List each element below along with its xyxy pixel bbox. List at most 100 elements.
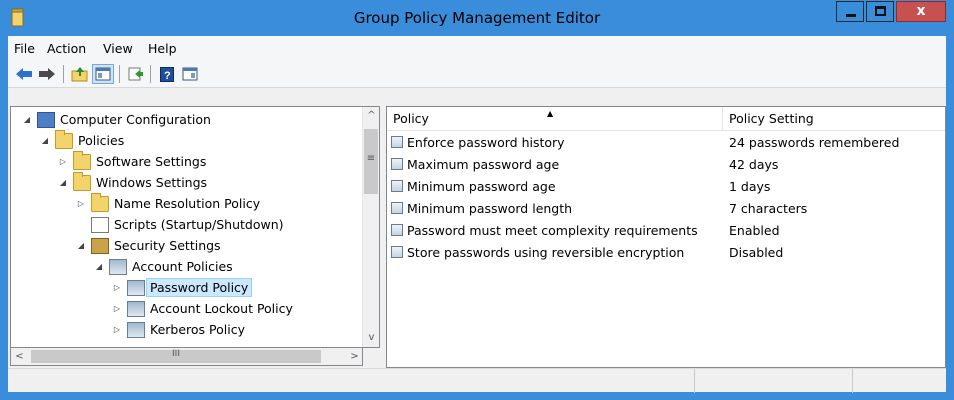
policy-setting-value: 42 days — [729, 157, 779, 172]
tree-vertical-scrollbar[interactable]: ^ ≡ v — [362, 107, 379, 347]
menu-view[interactable]: View — [103, 41, 133, 56]
column-header-policy-setting[interactable]: Policy Setting — [723, 107, 945, 131]
toolbar-separator — [119, 65, 120, 83]
client-area: File Action View Help ? ◢ Computer Confi… — [8, 36, 946, 393]
title-bar[interactable]: Group Policy Management Editor x — [0, 0, 954, 36]
export-list-button[interactable] — [125, 64, 147, 84]
expand-icon[interactable]: ▷ — [111, 303, 123, 315]
maximize-icon — [875, 6, 886, 16]
toolbar-separator — [63, 65, 64, 83]
tree-horizontal-scroll-thumb[interactable]: III — [31, 349, 321, 363]
policy-setting-icon — [391, 180, 403, 192]
forward-arrow-icon — [39, 68, 55, 80]
status-bar — [8, 368, 946, 393]
minimize-button[interactable] — [836, 1, 864, 22]
tree-item-password-policy[interactable]: ▷ Password Policy — [111, 277, 253, 298]
folder-icon — [73, 150, 91, 170]
policy-name-cell: Minimum password length — [391, 201, 572, 216]
policy-setting-value: Enabled — [729, 223, 780, 238]
column-label: Policy — [393, 111, 429, 126]
collapse-icon[interactable]: ◢ — [75, 240, 87, 252]
tree-item-label: Kerberos Policy — [150, 322, 245, 337]
tree-item-name-resolution-policy[interactable]: ▷ Name Resolution Policy — [75, 192, 261, 214]
policy-setting-value: Disabled — [729, 245, 784, 260]
policy-name: Minimum password length — [407, 201, 573, 216]
scroll-grip-icon: ≡ — [366, 153, 376, 164]
tree-item-computer-configuration[interactable]: ◢ Computer Configuration — [21, 109, 211, 130]
results-pane[interactable]: Policy ▲ Policy Setting Enforce password… — [386, 106, 946, 368]
toolbar-separator — [150, 65, 151, 83]
tree-item-label: Software Settings — [96, 154, 207, 169]
policy-name: Store passwords using reversible encrypt… — [407, 245, 685, 260]
show-hide-console-tree-button[interactable] — [92, 64, 114, 84]
collapse-icon[interactable]: ◢ — [21, 114, 33, 126]
expand-icon[interactable]: ▷ — [75, 198, 87, 210]
maximize-button[interactable] — [866, 1, 894, 22]
table-row[interactable]: Minimum password length 7 characters — [387, 198, 945, 220]
tree-item-label: Name Resolution Policy — [114, 196, 261, 211]
tree-item-account-policies[interactable]: ◢ Account Policies — [93, 256, 233, 277]
tree-vertical-scroll-thumb[interactable]: ≡ — [364, 129, 378, 194]
policy-name-cell: Minimum password age — [391, 179, 556, 194]
minimize-icon — [846, 14, 856, 17]
policy-name-cell: Enforce password history — [391, 135, 565, 150]
scroll-right-arrow[interactable]: > — [346, 348, 363, 365]
tree-item-label: Windows Settings — [96, 175, 208, 190]
tree-item-label: Policies — [78, 133, 125, 148]
menu-file[interactable]: File — [14, 41, 35, 56]
expand-icon[interactable]: ▷ — [111, 282, 123, 294]
tree-item-scripts[interactable]: Scripts (Startup/Shutdown) — [75, 214, 284, 235]
expand-icon[interactable]: ▷ — [57, 156, 69, 168]
close-button[interactable]: x — [896, 1, 946, 22]
column-header-policy[interactable]: Policy ▲ — [387, 107, 723, 131]
toolbar: ? — [8, 60, 946, 88]
properties-button[interactable] — [179, 64, 201, 84]
tree-item-policies[interactable]: ◢ Policies — [39, 129, 125, 151]
menu-help[interactable]: Help — [148, 41, 177, 56]
policy-setting-icon — [391, 246, 403, 258]
show-hide-tree-icon — [95, 67, 111, 81]
menu-bar: File Action View Help — [8, 36, 946, 60]
tree-item-account-lockout-policy[interactable]: ▷ Account Lockout Policy — [111, 298, 293, 319]
status-bar-segment — [694, 369, 852, 393]
tree-item-software-settings[interactable]: ▷ Software Settings — [57, 150, 207, 172]
computer-icon — [37, 111, 55, 128]
policy-name-cell: Maximum password age — [391, 157, 559, 172]
up-one-level-button[interactable] — [69, 64, 91, 84]
policy-name: Enforce password history — [407, 135, 565, 150]
scroll-up-arrow[interactable]: ^ — [363, 107, 379, 124]
policy-name: Password must meet complexity requiremen… — [407, 223, 698, 238]
scroll-down-arrow[interactable]: v — [363, 329, 379, 346]
policy-setting-icon — [391, 202, 403, 214]
policy-icon — [127, 300, 145, 317]
menu-action[interactable]: Action — [47, 41, 86, 56]
tree-horizontal-scrollbar[interactable]: < III > — [10, 348, 363, 366]
table-row[interactable]: Minimum password age 1 days — [387, 176, 945, 198]
window-title: Group Policy Management Editor — [353, 9, 601, 27]
svg-text:?: ? — [164, 70, 171, 82]
help-button[interactable]: ? — [156, 64, 178, 84]
tree-item-label: Security Settings — [114, 238, 221, 253]
scroll-left-arrow[interactable]: < — [11, 348, 28, 365]
forward-button[interactable] — [36, 64, 58, 84]
tree-item-windows-settings[interactable]: ◢ Windows Settings — [57, 171, 208, 193]
policy-name: Maximum password age — [407, 157, 560, 172]
security-icon — [91, 237, 109, 254]
table-row[interactable]: Store passwords using reversible encrypt… — [387, 242, 945, 264]
tree-item-kerberos-policy[interactable]: ▷ Kerberos Policy — [111, 319, 245, 340]
app-window: Group Policy Management Editor x File Ac… — [0, 0, 954, 400]
collapse-icon[interactable]: ◢ — [93, 261, 105, 273]
collapse-icon[interactable]: ◢ — [57, 177, 69, 189]
expand-icon[interactable]: ▷ — [111, 324, 123, 336]
export-list-icon — [128, 67, 143, 81]
script-icon — [91, 216, 109, 233]
back-button[interactable] — [13, 64, 35, 84]
table-row[interactable]: Enforce password history 24 passwords re… — [387, 132, 945, 154]
table-row[interactable]: Password must meet complexity requiremen… — [387, 220, 945, 242]
tree-item-security-settings[interactable]: ◢ Security Settings — [75, 235, 221, 256]
collapse-icon[interactable]: ◢ — [39, 135, 51, 147]
back-arrow-icon — [16, 68, 32, 80]
table-row[interactable]: Maximum password age 42 days — [387, 154, 945, 176]
console-tree[interactable]: ◢ Computer Configuration ◢ Policies ▷ So… — [10, 106, 380, 348]
tree-item-label: Account Policies — [132, 259, 233, 274]
